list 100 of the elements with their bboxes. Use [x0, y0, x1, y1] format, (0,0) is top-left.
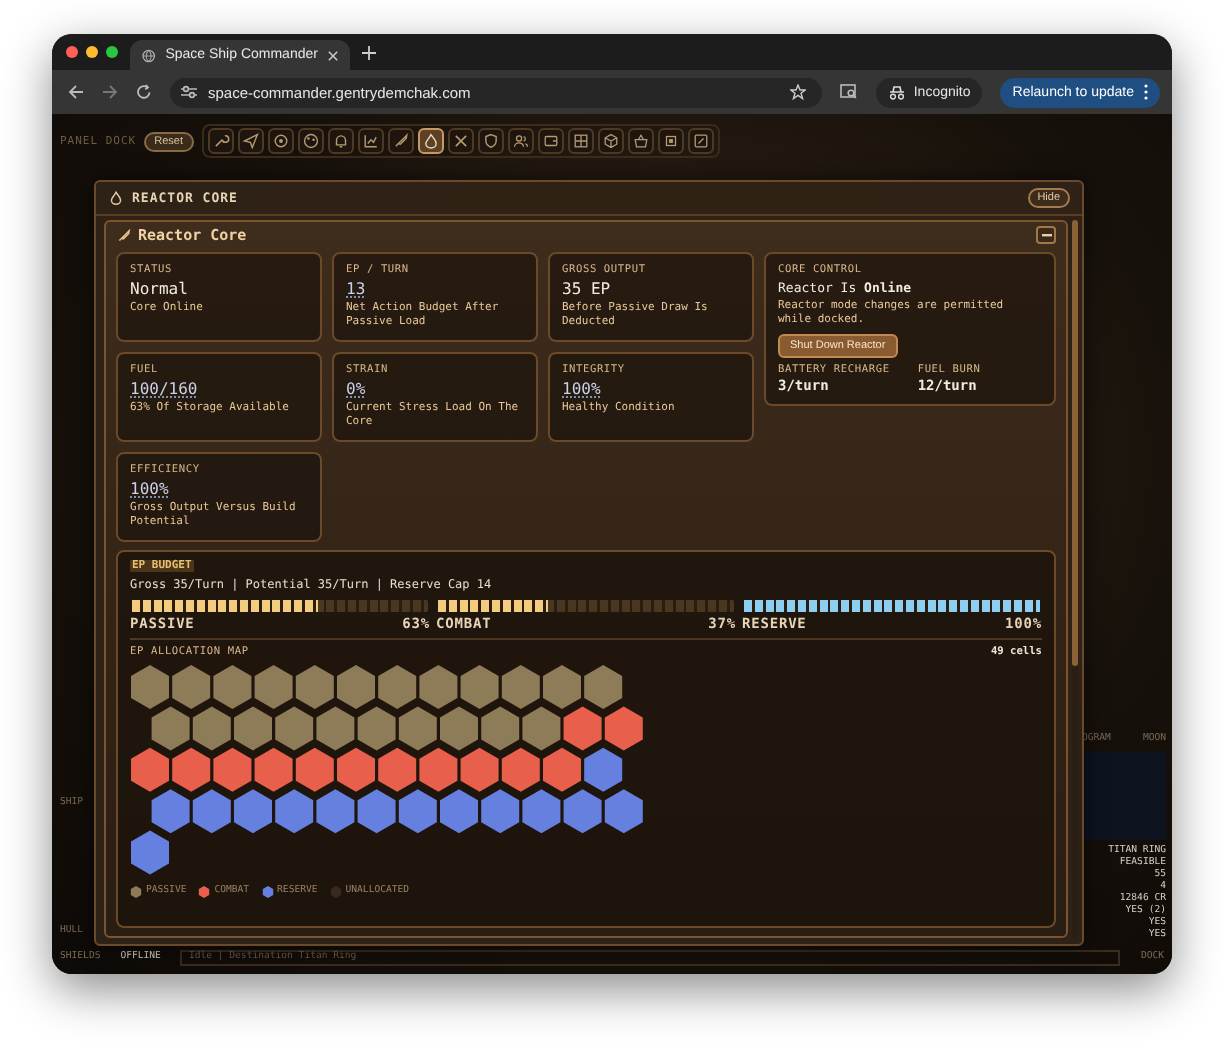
send-icon: [241, 132, 259, 150]
hex-cell: [234, 706, 272, 751]
hex-cell: [151, 706, 190, 751]
star-icon[interactable]: [789, 84, 806, 100]
hex-cell: [481, 706, 520, 751]
hex-cell: [295, 665, 334, 709]
stat-value[interactable]: 100%: [130, 480, 308, 498]
people-icon: [511, 132, 529, 150]
close-window-button[interactable]: [66, 46, 78, 58]
hex-cell: [604, 706, 643, 751]
wallet-icon: [541, 132, 559, 150]
cross-icon: [451, 132, 469, 150]
dock-tool-button[interactable]: [237, 128, 263, 154]
hex-cell: [584, 747, 623, 792]
square-icon: [691, 132, 709, 150]
hex-cell: [131, 830, 169, 875]
hex-cell: [151, 789, 190, 834]
hex-cell: [501, 665, 540, 709]
scrollbar-thumb[interactable]: [1072, 220, 1078, 666]
minimize-window-button[interactable]: [86, 46, 98, 58]
hex-cell: [337, 665, 375, 709]
hex-cell: [398, 789, 437, 834]
palette-icon: [301, 132, 319, 150]
collapse-button[interactable]: [1036, 226, 1056, 244]
hex-cell: [604, 789, 643, 834]
hex-cell: [357, 789, 396, 834]
hex-cell: [481, 789, 520, 834]
dock-tool-button[interactable]: [477, 128, 503, 154]
hex-cell: [172, 747, 211, 792]
chip-icon: [661, 132, 679, 150]
hex-cell: [398, 706, 437, 751]
globe-icon: [142, 47, 156, 63]
incognito-icon: [887, 85, 906, 99]
target-icon: [271, 132, 289, 150]
dock-tool-button[interactable]: [447, 128, 473, 154]
dock-tool-button[interactable]: [627, 128, 653, 154]
close-icon[interactable]: [327, 49, 338, 61]
hex-cell: [254, 747, 293, 792]
dock-tool-button[interactable]: [507, 128, 533, 154]
hex-cell: [419, 747, 458, 792]
minus-icon: [1041, 233, 1051, 237]
hex-cell: [192, 789, 231, 834]
flame-icon: [108, 190, 124, 206]
stat-value[interactable]: 100/160: [130, 380, 308, 398]
site-settings-icon[interactable]: [180, 84, 198, 100]
dock-tool-button[interactable]: [597, 128, 623, 154]
dock-tool-button[interactable]: [357, 128, 383, 154]
dock-tool-button[interactable]: [567, 128, 593, 154]
back-icon[interactable]: [68, 84, 84, 100]
dock-tool-button[interactable]: [537, 128, 563, 154]
reload-icon[interactable]: [136, 84, 152, 100]
hex-cell: [522, 789, 561, 834]
hex-cell: [275, 789, 314, 834]
hex-cell: [131, 747, 169, 792]
hex-cell: [378, 665, 417, 709]
maximize-window-button[interactable]: [106, 46, 118, 58]
dock-tool-button[interactable]: [297, 128, 323, 154]
hex-cell: [316, 706, 355, 751]
hex-cell: [357, 706, 396, 751]
dock-tool-button[interactable]: [657, 128, 683, 154]
hex-cell: [192, 706, 231, 751]
dock-tool-button[interactable]: [267, 128, 293, 154]
hex-cell: [254, 665, 293, 709]
hex-cell: [172, 665, 211, 709]
grid-icon: [571, 132, 589, 150]
stat-value[interactable]: 0%: [346, 380, 524, 398]
hex-cell: [234, 789, 272, 834]
hex-cell: [131, 665, 169, 709]
tab-search-icon[interactable]: [839, 84, 858, 100]
dock-tool-button[interactable]: [417, 128, 443, 154]
hex-cell: [337, 747, 375, 792]
dock-tool-button[interactable]: [387, 128, 413, 154]
hex-cell: [275, 706, 314, 751]
stat-value[interactable]: 100%: [562, 380, 740, 398]
dock-tool-button[interactable]: [687, 128, 713, 154]
hex-cell: [563, 789, 602, 834]
forward-icon[interactable]: [102, 84, 118, 100]
basket-icon: [631, 132, 649, 150]
hex-cell: [295, 747, 334, 792]
dock-tool-button[interactable]: [327, 128, 353, 154]
hex-cell: [543, 665, 581, 709]
hex-cell: [543, 747, 581, 792]
flame-icon: [421, 132, 439, 150]
hex-cell: [316, 789, 355, 834]
hex-cell: [501, 747, 540, 792]
new-tab-icon[interactable]: [362, 45, 376, 59]
stat-value: 35 EP: [562, 280, 613, 298]
dock-tool-button[interactable]: [207, 128, 233, 154]
hex-cell: [440, 706, 478, 751]
hex-cell: [460, 665, 499, 709]
stat-value[interactable]: 13: [346, 280, 524, 298]
chart-icon: [361, 132, 379, 150]
shield-icon: [481, 132, 499, 150]
hex-cell: [213, 747, 252, 792]
hex-cell: [213, 665, 252, 709]
hex-cell: [460, 747, 499, 792]
hex-cell: [584, 665, 623, 709]
hex-cell: [419, 665, 458, 709]
bell-icon: [331, 132, 349, 150]
hex-cell: [522, 706, 561, 751]
